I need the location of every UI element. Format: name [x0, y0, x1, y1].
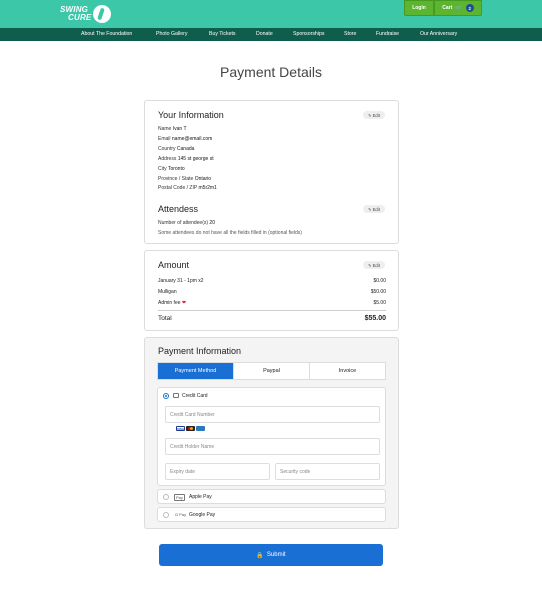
credit-card-number-field[interactable]: Credit Card Number — [165, 406, 380, 423]
submit-button[interactable]: 🔒 Submit — [159, 544, 383, 566]
logo-line-2: CURE — [68, 13, 92, 22]
top-header: SWING CURE Login Cart 🛒 2 — [0, 0, 542, 28]
payment-information-title: Payment Information — [158, 346, 242, 356]
edit-amount-button[interactable]: ✎ Edit — [363, 261, 385, 269]
nav-sponsorships[interactable]: Sponsorships — [293, 28, 324, 41]
credit-card-method[interactable]: Credit Card Credit Card Number VISA Cred… — [157, 387, 386, 486]
info-row-name: Name Ivan T — [158, 126, 187, 132]
amex-icon — [196, 426, 205, 431]
pencil-icon: ✎ — [368, 262, 372, 268]
swing-cure-logo[interactable]: SWING CURE — [60, 3, 112, 25]
nav-photo-gallery[interactable]: Photo Gallery — [156, 28, 187, 41]
credit-card-label: Credit Card — [182, 393, 208, 399]
edit-label: Edit — [372, 262, 380, 268]
edit-label: Edit — [372, 206, 380, 212]
amount-row-tickets: January 31 - 1pm x2 $0.00 — [158, 278, 386, 284]
apple-pay-icon: Pay — [174, 494, 185, 501]
expiry-date-field[interactable]: Expiry date — [165, 463, 270, 480]
login-label: Login — [412, 5, 426, 11]
cart-count-badge: 2 — [465, 4, 474, 12]
login-button[interactable]: Login — [404, 0, 434, 16]
info-row-postal: Postal Code / ZIP m5r2m1 — [158, 185, 217, 191]
cart-icon: 🛒 — [455, 5, 463, 12]
attendees-note: Some attendees do not have all the field… — [158, 230, 302, 236]
info-row-email: Email name@email.com — [158, 136, 213, 142]
info-row-city: City Toronto — [158, 166, 185, 172]
amount-title: Amount — [158, 260, 190, 270]
nav-buy-tickets[interactable]: Buy Tickets — [209, 28, 236, 41]
nav-donate[interactable]: Donate — [256, 28, 273, 41]
heart-icon: ❤ — [181, 300, 187, 306]
tab-invoice[interactable]: Invoice — [309, 363, 385, 379]
credit-card-radio[interactable] — [163, 393, 169, 399]
cart-button[interactable]: Cart 🛒 2 — [434, 0, 482, 16]
info-row-country: Country Canada — [158, 146, 195, 152]
cart-label: Cart — [442, 5, 453, 11]
security-code-field[interactable]: Security code — [275, 463, 380, 480]
nav-store[interactable]: Store — [344, 28, 356, 41]
apple-pay-method[interactable]: Pay Apple Pay — [157, 489, 386, 504]
visa-icon: VISA — [176, 426, 185, 431]
information-card: Your Information ✎ Edit Name Ivan T Emai… — [144, 100, 399, 244]
nav-about[interactable]: About The Foundation — [81, 28, 132, 41]
amount-divider — [158, 310, 386, 311]
attendee-count-row: Number of attendee(s) 20 — [158, 220, 215, 226]
apple-pay-radio[interactable] — [163, 494, 169, 500]
page-title: Payment Details — [220, 64, 322, 80]
main-nav: About The Foundation Photo Gallery Buy T… — [0, 28, 542, 41]
info-row-province: Province / State Ontario — [158, 176, 212, 182]
apple-pay-label: Apple Pay — [189, 494, 212, 500]
lock-icon: 🔒 — [256, 552, 264, 559]
payment-card: Payment Information Payment Method Paypa… — [144, 337, 399, 529]
tab-payment-method[interactable]: Payment Method — [158, 363, 233, 379]
google-pay-method[interactable]: G Pay Google Pay — [157, 507, 386, 522]
amount-card: Amount ✎ Edit January 31 - 1pm x2 $0.00 M… — [144, 250, 399, 331]
mastercard-icon — [186, 426, 195, 431]
edit-attendees-button[interactable]: ✎ Edit — [363, 205, 385, 213]
pencil-icon: ✎ — [368, 206, 372, 212]
pencil-icon: ✎ — [368, 112, 372, 118]
accepted-cards: VISA — [176, 426, 205, 431]
info-row-address: Address 145 st george st — [158, 156, 214, 162]
edit-information-button[interactable]: ✎ Edit — [363, 111, 385, 119]
your-information-title: Your Information — [158, 110, 224, 120]
google-pay-label: Google Pay — [189, 512, 216, 518]
credit-holder-name-field[interactable]: Credit Holder Name — [165, 438, 380, 455]
amount-total-row: Total $55.00 — [158, 315, 386, 322]
nav-anniversary[interactable]: Our Anniversary — [420, 28, 457, 41]
nav-fundraise[interactable]: Fundraise — [376, 28, 399, 41]
submit-label: Submit — [266, 552, 286, 558]
amount-row-mulligan: Mulligan $50.00 — [158, 289, 386, 295]
attendees-title: Attendess — [158, 204, 199, 214]
edit-label: Edit — [372, 112, 380, 118]
google-pay-radio[interactable] — [163, 512, 169, 518]
amount-row-admin-fee: Admin fee ❤ $5.00 — [158, 300, 386, 306]
credit-card-icon — [173, 393, 179, 398]
golfer-logo-icon — [93, 5, 112, 23]
payment-tabs: Payment Method Paypal Invoice — [157, 362, 386, 380]
google-pay-icon: G Pay — [175, 512, 187, 517]
tab-paypal[interactable]: Paypal — [233, 363, 309, 379]
